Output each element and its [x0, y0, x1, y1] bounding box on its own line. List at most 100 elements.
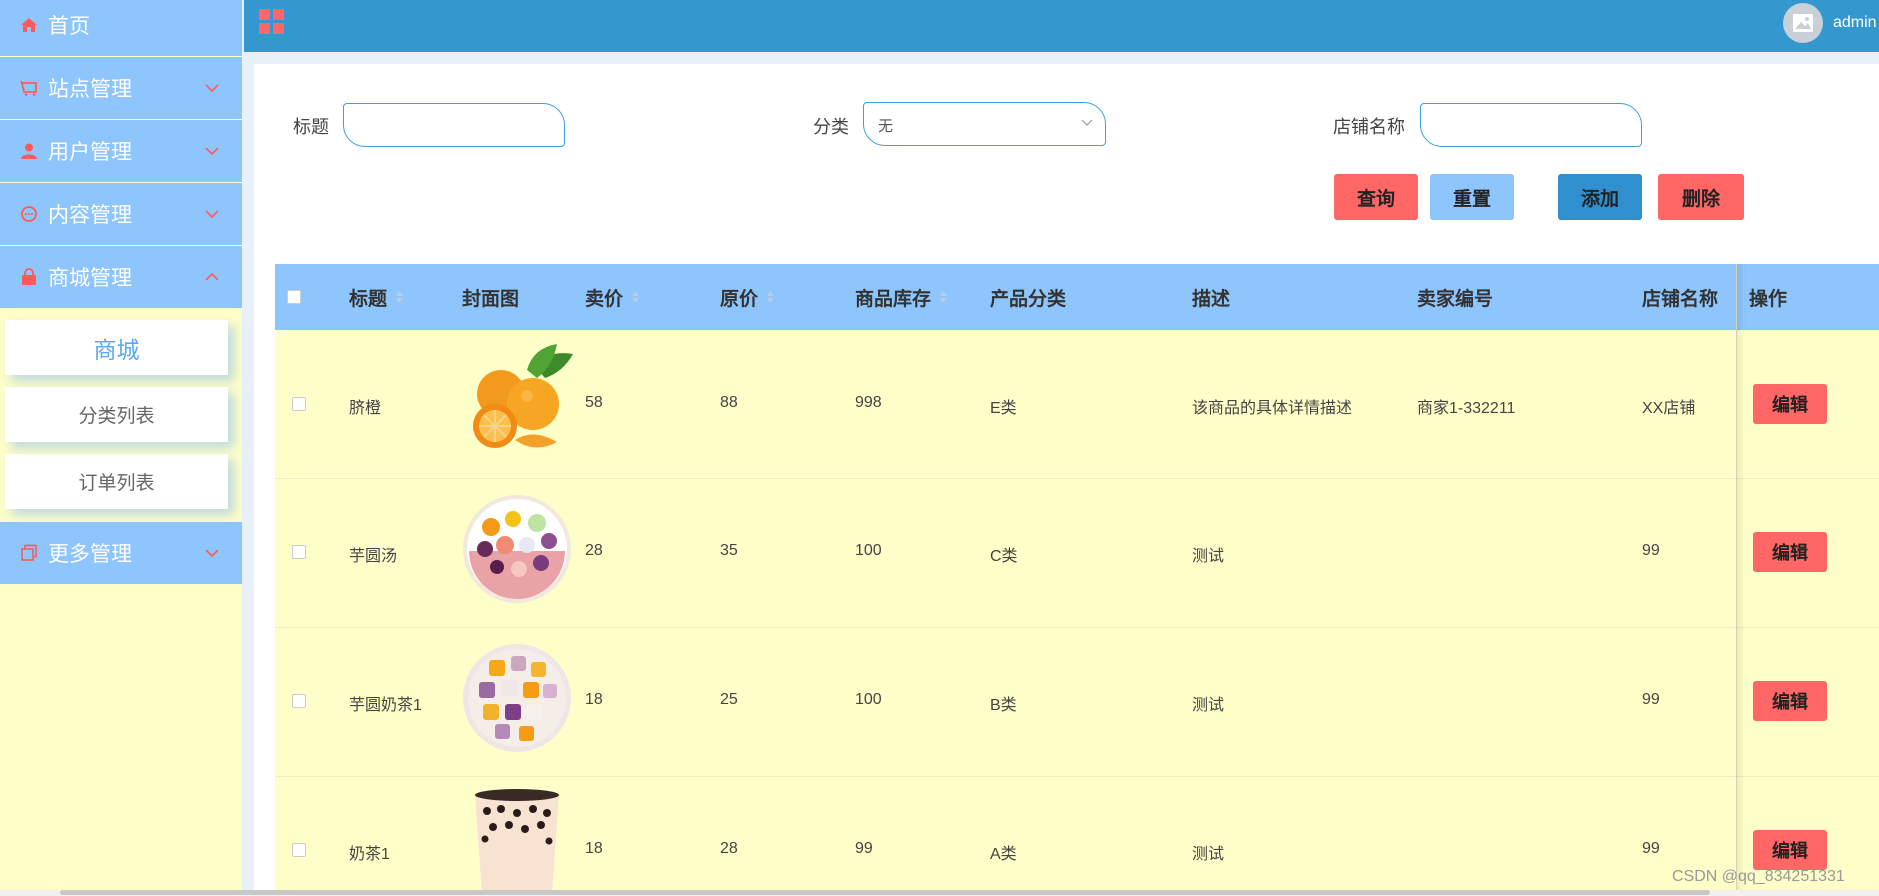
- column-header-shop-name: 店铺名称: [1642, 264, 1718, 330]
- table-header: 标题 封面图 卖价 原价 商品库存 产品分类 描述 卖家编号 店铺名称 操作: [275, 264, 1879, 330]
- cell-title: 奶茶1: [349, 846, 390, 863]
- shop-name-input[interactable]: [1420, 103, 1642, 147]
- cell-original-price: 88: [720, 394, 738, 411]
- sidebar-item-more[interactable]: 更多管理: [0, 522, 242, 584]
- product-image-taro-milk-tea: [463, 644, 571, 752]
- cell-description: 该商品的具体详情描述: [1192, 400, 1353, 417]
- fixed-column-shadow: [1736, 264, 1746, 896]
- cell-category: A类: [990, 846, 1017, 863]
- cart-icon: [20, 79, 38, 97]
- cell-stock: 100: [855, 542, 882, 559]
- username[interactable]: admin: [1833, 14, 1877, 32]
- sidebar-item-label: 首页: [48, 15, 90, 38]
- cell-shop-name: 99: [1642, 691, 1660, 708]
- cell-seller-id: 商家1-332211: [1417, 400, 1516, 417]
- sidebar-item-label: 内容管理: [48, 204, 132, 227]
- reset-button[interactable]: 重置: [1430, 174, 1514, 220]
- category-select-value: 无: [878, 118, 894, 135]
- sort-icon[interactable]: [631, 290, 640, 304]
- column-label: 操作: [1749, 288, 1788, 310]
- column-header-cover: 封面图: [462, 264, 519, 330]
- category-select[interactable]: 无: [863, 102, 1106, 146]
- title-input[interactable]: [343, 103, 565, 147]
- horizontal-scrollbar-thumb[interactable]: [60, 890, 1710, 895]
- sidebar-item-content[interactable]: 内容管理: [0, 183, 242, 245]
- cell-shop-name: XX店铺: [1642, 400, 1696, 417]
- sidebar-item-user[interactable]: 用户管理: [0, 120, 242, 182]
- product-image-orange: [473, 344, 573, 448]
- sort-icon[interactable]: [395, 290, 404, 304]
- edit-button[interactable]: 编辑: [1753, 830, 1827, 870]
- main-panel: 标题 分类 无 店铺名称 查询 重置 添加 删除 标题 封面图 卖价 原价 商品…: [254, 64, 1879, 896]
- chevron-down-icon: [205, 549, 219, 558]
- table-row: 芋圆汤 28 35 100 C类 测试 99 编辑: [275, 479, 1879, 628]
- column-header-seller-id: 卖家编号: [1417, 264, 1493, 330]
- sidebar-item-label: 站点管理: [48, 78, 132, 101]
- cell-price: 28: [585, 542, 603, 559]
- cell-stock: 99: [855, 840, 873, 857]
- image-icon: [1793, 14, 1813, 32]
- submenu-item-order-list[interactable]: 订单列表: [5, 454, 228, 509]
- edit-button[interactable]: 编辑: [1753, 384, 1827, 424]
- column-header-title[interactable]: 标题: [349, 264, 404, 330]
- sidebar-item-label: 用户管理: [48, 141, 132, 164]
- column-header-original-price[interactable]: 原价: [720, 264, 775, 330]
- submenu-item-mall[interactable]: 商城: [5, 320, 228, 375]
- row-checkbox[interactable]: [292, 843, 306, 857]
- chevron-up-icon: [205, 272, 219, 281]
- sidebar-item-home[interactable]: 首页: [0, 0, 242, 56]
- product-table: 标题 封面图 卖价 原价 商品库存 产品分类 描述 卖家编号 店铺名称 操作 脐…: [275, 264, 1879, 896]
- sort-icon[interactable]: [766, 290, 775, 304]
- chevron-down-icon: [205, 210, 219, 219]
- cell-description: 测试: [1192, 846, 1225, 863]
- grid-icon[interactable]: [259, 9, 284, 34]
- column-header-actions: 操作: [1749, 264, 1787, 330]
- delete-button[interactable]: 删除: [1658, 174, 1744, 220]
- query-button[interactable]: 查询: [1334, 174, 1418, 220]
- add-button[interactable]: 添加: [1558, 174, 1642, 220]
- column-header-stock[interactable]: 商品库存: [855, 264, 948, 330]
- cell-price: 58: [585, 394, 603, 411]
- avatar[interactable]: [1783, 3, 1823, 43]
- table-row: 脐橙 58 88 998 E类 该商品的具体详情描述 商家1-332211 XX…: [275, 330, 1879, 479]
- edit-button[interactable]: 编辑: [1753, 532, 1827, 572]
- column-label: 卖家编号: [1417, 288, 1494, 310]
- cell-original-price: 35: [720, 542, 738, 559]
- cell-price: 18: [585, 691, 603, 708]
- title-label: 标题: [293, 117, 329, 137]
- cell-original-price: 28: [720, 840, 738, 857]
- cell-shop-name: 99: [1642, 542, 1660, 559]
- submenu-item-label: 订单列表: [78, 473, 155, 494]
- row-checkbox[interactable]: [292, 397, 306, 411]
- sidebar-item-site[interactable]: 站点管理: [0, 57, 242, 119]
- chevron-down-icon: [1081, 119, 1093, 126]
- product-image-milk-tea: [475, 789, 559, 896]
- table-row: 芋圆奶茶1 18 25 100 B类 测试 99 编辑: [275, 628, 1879, 777]
- sort-icon[interactable]: [939, 290, 948, 304]
- column-label: 店铺名称: [1642, 288, 1719, 310]
- chat-icon: [20, 205, 38, 223]
- column-header-category: 产品分类: [990, 264, 1066, 330]
- chevron-down-icon: [205, 84, 219, 93]
- column-label: 商品库存: [855, 288, 932, 310]
- cell-original-price: 25: [720, 691, 738, 708]
- column-label: 原价: [720, 288, 759, 310]
- column-label: 产品分类: [990, 288, 1067, 310]
- sidebar: 首页 站点管理 用户管理 内容管理 商城管理 商城 分类列表 订单列表 更多管理: [0, 0, 242, 896]
- column-label: 标题: [349, 288, 388, 310]
- cell-stock: 100: [855, 691, 882, 708]
- home-icon: [20, 16, 38, 34]
- bag-icon: [20, 268, 38, 286]
- row-checkbox[interactable]: [292, 694, 306, 708]
- column-header-price[interactable]: 卖价: [585, 264, 640, 330]
- watermark: CSDN @qq_834251331: [1672, 868, 1845, 885]
- sidebar-item-mall[interactable]: 商城管理: [0, 246, 242, 308]
- edit-button[interactable]: 编辑: [1753, 681, 1827, 721]
- submenu-item-category-list[interactable]: 分类列表: [5, 387, 228, 442]
- top-header: admin: [244, 0, 1879, 52]
- cell-stock: 998: [855, 394, 882, 411]
- row-checkbox[interactable]: [292, 545, 306, 559]
- cell-title: 芋圆奶茶1: [349, 697, 422, 714]
- chevron-down-icon: [205, 147, 219, 156]
- select-all-checkbox[interactable]: [287, 290, 301, 304]
